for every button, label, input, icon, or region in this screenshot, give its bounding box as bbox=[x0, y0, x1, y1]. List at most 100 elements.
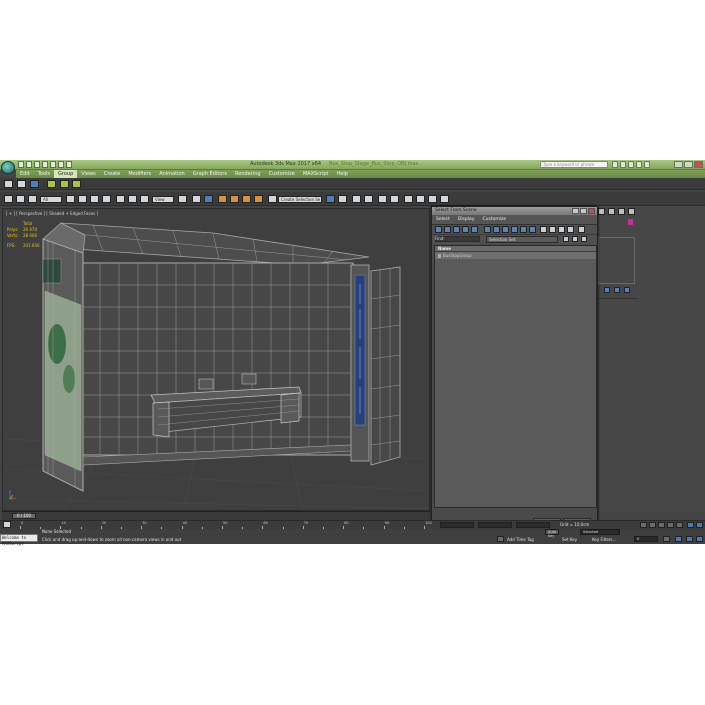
new-file-icon[interactable] bbox=[18, 161, 24, 168]
configure-modifier-sets-icon[interactable] bbox=[624, 287, 630, 293]
display-geometry-icon[interactable] bbox=[435, 226, 442, 233]
auto-key-button[interactable]: Auto Key bbox=[545, 529, 559, 538]
time-tag-lock-icon[interactable] bbox=[497, 536, 504, 542]
select-manipulate-icon[interactable] bbox=[192, 195, 201, 203]
invert-display-icon[interactable] bbox=[558, 226, 565, 233]
menu-rendering[interactable]: Rendering bbox=[231, 170, 265, 178]
redo-icon[interactable] bbox=[50, 161, 56, 168]
coord-z-field[interactable] bbox=[516, 522, 550, 528]
rendered-frame-window-icon[interactable] bbox=[428, 195, 437, 203]
display-cameras-icon[interactable] bbox=[462, 226, 469, 233]
spinner-snap-icon[interactable] bbox=[254, 195, 263, 203]
select-object-icon[interactable] bbox=[66, 195, 75, 203]
display-none-icon[interactable] bbox=[549, 226, 556, 233]
key-filters-button[interactable]: Key Filters... bbox=[592, 537, 616, 542]
display-all-icon[interactable] bbox=[540, 226, 547, 233]
dialog-menu-display[interactable]: Display bbox=[454, 217, 479, 222]
keyboard-shortcut-icon[interactable] bbox=[204, 195, 213, 203]
key-mode-dropdown[interactable]: Selected bbox=[580, 529, 620, 535]
selection-filter-dropdown[interactable]: All bbox=[40, 196, 62, 203]
link-icon[interactable] bbox=[16, 195, 25, 203]
menu-graph-editors[interactable]: Graph Editors bbox=[189, 170, 231, 178]
dialog-minimize-button[interactable] bbox=[572, 208, 579, 214]
select-by-name-icon[interactable] bbox=[78, 195, 87, 203]
previous-frame-icon[interactable] bbox=[649, 522, 656, 528]
maxscript-listener[interactable]: Welcome to MAXScript bbox=[0, 534, 38, 546]
goto-end-icon[interactable] bbox=[676, 522, 683, 528]
modifier-stack-list[interactable] bbox=[598, 237, 635, 284]
time-slider[interactable]: 0 / 100 bbox=[2, 511, 430, 520]
minimize-button[interactable] bbox=[674, 161, 683, 168]
favorites-icon[interactable] bbox=[636, 161, 642, 168]
play-icon[interactable] bbox=[658, 522, 665, 528]
move-icon[interactable] bbox=[116, 195, 125, 203]
object-color-swatch[interactable] bbox=[628, 219, 633, 225]
undo-icon[interactable] bbox=[42, 161, 48, 168]
layer-explorer-icon[interactable] bbox=[352, 195, 361, 203]
coord-y-field[interactable] bbox=[478, 522, 512, 528]
app-logo-icon[interactable] bbox=[1, 161, 15, 174]
subscription-icon[interactable] bbox=[620, 161, 626, 168]
coord-x-field[interactable] bbox=[440, 522, 474, 528]
goto-start-icon[interactable] bbox=[640, 522, 647, 528]
render-setup-icon[interactable] bbox=[416, 195, 425, 203]
display-containers-icon[interactable] bbox=[520, 226, 527, 233]
zoom-all-icon[interactable] bbox=[696, 522, 703, 528]
display-bones-icon[interactable] bbox=[511, 226, 518, 233]
reference-coordinate-dropdown[interactable]: View bbox=[152, 196, 174, 203]
menu-modifiers[interactable]: Modifiers bbox=[124, 170, 155, 178]
maximize-viewport-icon[interactable] bbox=[696, 536, 703, 542]
filter-icon[interactable] bbox=[578, 226, 585, 233]
next-frame-icon[interactable] bbox=[667, 522, 674, 528]
display-xrefs-icon[interactable] bbox=[502, 226, 509, 233]
rectangular-selection-icon[interactable] bbox=[90, 195, 99, 203]
display-frozen-icon[interactable] bbox=[529, 226, 536, 233]
ribbon-toggle-icon[interactable] bbox=[72, 180, 81, 188]
time-config-icon[interactable] bbox=[663, 536, 670, 542]
sort-icon[interactable] bbox=[567, 226, 574, 233]
align-icon[interactable] bbox=[338, 195, 347, 203]
populate-icon[interactable] bbox=[60, 180, 69, 188]
menu-edit[interactable]: Edit bbox=[16, 170, 34, 178]
scene-object-list[interactable]: Name BusStopGroup bbox=[434, 245, 597, 508]
open-file-icon[interactable] bbox=[26, 161, 32, 168]
modeling-icon[interactable] bbox=[4, 180, 13, 188]
unlink-icon[interactable] bbox=[28, 195, 37, 203]
named-selection-sets-dropdown[interactable]: Create Selection Se bbox=[278, 196, 322, 203]
time-slider-thumb[interactable]: 0 / 100 bbox=[12, 513, 36, 519]
display-shapes-icon[interactable] bbox=[444, 226, 451, 233]
perspective-viewport[interactable]: [ + ] [ Perspective ] [ Shaded + Edged F… bbox=[2, 208, 430, 511]
scale-icon[interactable] bbox=[140, 195, 149, 203]
orbit-icon[interactable] bbox=[686, 536, 693, 542]
display-helpers-icon[interactable] bbox=[471, 226, 478, 233]
selection-set-edit-icon[interactable] bbox=[563, 236, 569, 242]
menu-maxscript[interactable]: MAXScript bbox=[299, 170, 333, 178]
menu-customize[interactable]: Customize bbox=[265, 170, 299, 178]
edit-named-selection-icon[interactable] bbox=[268, 195, 277, 203]
pan-view-icon[interactable] bbox=[675, 536, 682, 542]
maximize-button[interactable] bbox=[684, 161, 693, 168]
selection-set-add-icon[interactable] bbox=[572, 236, 578, 242]
freeform-icon[interactable] bbox=[17, 180, 26, 188]
object-paint-icon[interactable] bbox=[47, 180, 56, 188]
workspace-dropdown-icon[interactable] bbox=[66, 161, 72, 168]
menu-create[interactable]: Create bbox=[100, 170, 125, 178]
help-icon[interactable] bbox=[644, 161, 650, 168]
modify-tab-icon[interactable] bbox=[608, 208, 615, 215]
pin-stack-icon[interactable] bbox=[604, 287, 610, 293]
display-lights-icon[interactable] bbox=[453, 226, 460, 233]
dialog-maximize-button[interactable] bbox=[580, 208, 587, 214]
rotate-icon[interactable] bbox=[128, 195, 137, 203]
search-icon[interactable] bbox=[612, 161, 618, 168]
dialog-title-bar[interactable]: Select From Scene bbox=[432, 207, 597, 215]
pivot-center-icon[interactable] bbox=[178, 195, 187, 203]
save-file-icon[interactable] bbox=[34, 161, 40, 168]
display-space-warps-icon[interactable] bbox=[484, 226, 491, 233]
add-time-tag[interactable]: Add Time Tag bbox=[507, 537, 534, 542]
current-frame-field[interactable]: 0 bbox=[634, 536, 658, 542]
window-crossing-icon[interactable] bbox=[102, 195, 111, 203]
menu-group[interactable]: Group bbox=[54, 170, 78, 178]
communication-icon[interactable] bbox=[628, 161, 634, 168]
list-item[interactable]: BusStopGroup bbox=[435, 252, 596, 259]
snaps-toggle-icon[interactable] bbox=[218, 195, 227, 203]
